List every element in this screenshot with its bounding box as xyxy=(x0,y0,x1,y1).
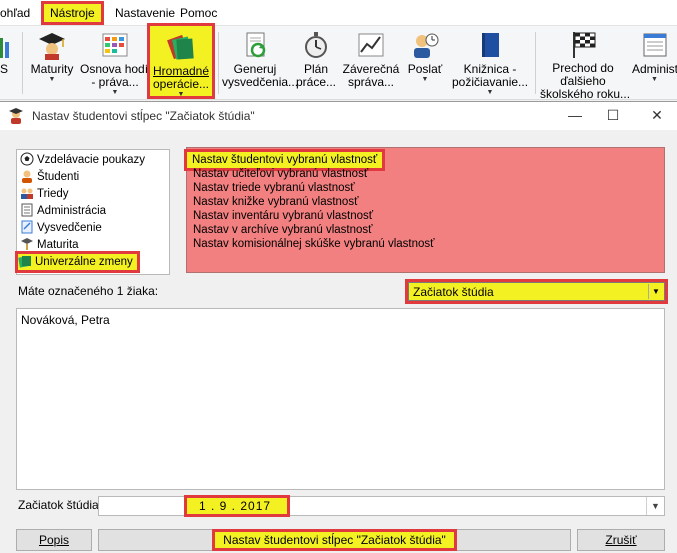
graduation-icon xyxy=(21,238,33,250)
apply-button[interactable]: Nastav študentovi stĺpec "Začiatok štúdi… xyxy=(212,529,457,551)
category-list[interactable]: Vzdelávacie poukazy Študenti Triedy Admi… xyxy=(15,149,170,275)
dropdown-arrow-icon: ▼ xyxy=(421,76,429,83)
dialog-title: Nastav študentovi stĺpec "Začiatok štúdi… xyxy=(32,109,255,123)
list-item-selected[interactable]: Univerzálne zmeny xyxy=(15,251,140,273)
curriculum-button[interactable]: Osnova hodín - práva... ▼ xyxy=(80,30,155,96)
list-item[interactable]: Nastav inventáru vybranú vlastnosť xyxy=(193,209,373,223)
list-item[interactable]: Študenti xyxy=(20,169,79,185)
list-item[interactable]: Nastav v archíve vybranú vlastnosť xyxy=(193,223,372,237)
list-item[interactable]: Triedy xyxy=(20,186,69,202)
selection-count-label: Máte označeného 1 žiaka: xyxy=(18,284,159,298)
chevron-down-icon[interactable]: ▼ xyxy=(648,284,663,299)
work-plan-button[interactable]: Plán práce... xyxy=(290,30,342,96)
book-icon xyxy=(482,33,499,57)
menu-item-help[interactable]: Pomoc xyxy=(180,5,217,21)
dropdown-arrow-icon: ▼ xyxy=(177,91,185,98)
checkered-flag-icon xyxy=(573,32,596,58)
ribbon-toolbar: S Maturity ▼ Osnova hodín - práva... ▼ H… xyxy=(0,23,677,101)
minimize-icon[interactable]: — xyxy=(558,104,592,128)
line-chart-icon xyxy=(358,33,384,57)
menu-item-tools[interactable]: Nástroje xyxy=(41,1,104,25)
dropdown-arrow-icon: ▼ xyxy=(48,76,56,83)
next-school-year-button[interactable]: Prechod do ďalšieho školského roku... xyxy=(540,30,630,101)
student-icon xyxy=(22,170,32,183)
partial-icon xyxy=(0,38,9,58)
menu-item-view[interactable]: ohľad xyxy=(0,5,30,21)
list-item[interactable]: Vzdelávacie poukazy xyxy=(20,152,145,168)
generate-certificates-button[interactable]: Generuj vysvedčenia... xyxy=(222,30,298,96)
apply-button-frame[interactable]: Nastav študentovi stĺpec "Začiatok štúdi… xyxy=(98,529,571,551)
calendar-grid-icon xyxy=(102,33,128,57)
date-value[interactable]: 1 . 9 . 2017 xyxy=(184,495,290,517)
ribbon-separator xyxy=(22,32,23,94)
chevron-down-icon[interactable]: ▼ xyxy=(646,497,664,515)
property-select[interactable]: Začiatok štúdia ▼ xyxy=(405,279,668,304)
list-item[interactable]: Nováková, Petra xyxy=(21,313,110,327)
dropdown-arrow-icon: ▼ xyxy=(111,89,119,96)
list-item[interactable]: Nastav komisionálnej skúške vybranú vlas… xyxy=(193,237,434,251)
library-button[interactable]: Knižnica - požičiavanie... ▼ xyxy=(452,30,528,96)
class-icon xyxy=(21,188,33,199)
start-date-picker[interactable]: 1 . 9 . 2017 ▼ xyxy=(98,495,665,517)
list-item[interactable]: Maturita xyxy=(20,237,79,253)
close-icon[interactable]: ✕ xyxy=(640,104,674,128)
cancel-button[interactable]: Zrušiť xyxy=(577,529,665,551)
list-item[interactable]: Nastav triede vybranú vlastnosť xyxy=(193,181,355,195)
ribbon-separator xyxy=(218,32,219,94)
menu-item-settings[interactable]: Nastavenie xyxy=(115,5,175,21)
final-report-button[interactable]: Záverečná správa... xyxy=(342,30,400,96)
maturity-button[interactable]: Maturity ▼ xyxy=(26,30,78,96)
universal-changes-icon xyxy=(18,256,31,268)
list-item[interactable]: Vysvedčenie xyxy=(20,220,102,236)
list-item[interactable]: Nastav učiteľovi vybranú vlastnosť xyxy=(193,167,368,181)
user-clock-icon xyxy=(414,33,439,58)
refresh-document-icon xyxy=(246,32,266,58)
graduation-cap-icon xyxy=(39,33,65,60)
list-item-selected[interactable]: Nastav študentovi vybranú vlastnosť xyxy=(183,149,386,171)
set-column-dialog: Nastav študentovi stĺpec "Začiatok štúdi… xyxy=(0,101,677,553)
menu-bar: ohľad Nástroje Nastavenie Pomoc xyxy=(0,0,677,26)
help-button[interactable]: Popis xyxy=(16,529,92,551)
student-list[interactable]: Nováková, Petra xyxy=(16,308,665,490)
bulk-operations-button[interactable]: Hromadné operácie... ▼ xyxy=(147,23,215,99)
dropdown-arrow-icon: ▼ xyxy=(486,89,494,96)
dialog-titlebar: Nastav študentovi stĺpec "Začiatok štúdi… xyxy=(0,102,677,130)
ribbon-separator xyxy=(535,32,536,94)
list-item[interactable]: Nastav knižke vybranú vlastnosť xyxy=(193,195,358,209)
send-button[interactable]: Poslať ▼ xyxy=(402,30,448,96)
soccer-ball-icon xyxy=(20,152,34,166)
list-item[interactable]: Administrácia xyxy=(20,203,106,219)
ribbon-partial-button[interactable]: S xyxy=(0,30,12,96)
administration-icon xyxy=(21,203,33,217)
dropdown-arrow-icon: ▼ xyxy=(651,76,658,83)
certificate-icon xyxy=(21,220,33,234)
action-list[interactable]: Nastav študentovi vybranú vlastnosť Nast… xyxy=(183,147,665,273)
administration-button[interactable]: Administ ▼ xyxy=(632,30,677,96)
stopwatch-icon xyxy=(305,32,327,58)
stacked-books-icon xyxy=(167,34,194,60)
window-list-icon xyxy=(643,33,666,57)
maximize-icon[interactable]: ☐ xyxy=(596,104,630,128)
app-icon xyxy=(9,108,23,124)
date-label: Začiatok štúdia: xyxy=(18,498,103,512)
